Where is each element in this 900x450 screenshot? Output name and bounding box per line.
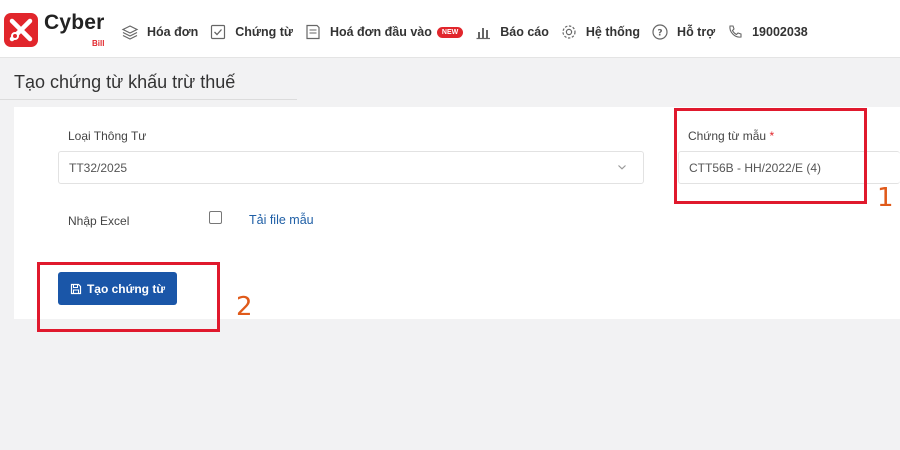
nav-item-reports[interactable]: Báo cáo (474, 23, 549, 41)
nav-item-vouchers[interactable]: Chứng từ (209, 23, 293, 41)
layers-icon (121, 23, 139, 41)
nav-item-invoices[interactable]: Hóa đơn (121, 23, 198, 41)
import-excel-label: Nhập Excel (68, 214, 130, 228)
cyberbill-logo[interactable]: Cyber Bill (4, 11, 114, 51)
nav-item-system[interactable]: Hệ thống (560, 23, 640, 41)
title-divider (0, 99, 297, 100)
annotation-step-1: 1 (877, 183, 894, 213)
nav-item-hotline[interactable]: 19002038 (726, 23, 808, 41)
circular-type-value: TT32/2025 (69, 160, 128, 175)
main-nav: Hóa đơn Chứng từ Hoá đơn đầu vào NEW Báo… (121, 22, 819, 42)
highlight-box-create-button (37, 262, 220, 332)
inbox-icon (304, 23, 322, 41)
nav-item-input-invoices[interactable]: Hoá đơn đầu vào NEW (304, 23, 464, 41)
chevron-down-icon (618, 165, 626, 170)
circular-type-label: Loại Thông Tư (68, 129, 147, 143)
logo-sub-wordmark: Bill (92, 39, 105, 48)
nav-item-label: Hệ thống (585, 25, 641, 39)
phone-icon (726, 23, 744, 41)
nav-item-label: Báo cáo (500, 25, 549, 39)
highlight-box-template (674, 108, 867, 204)
nav-item-label: Hoá đơn đầu vào (329, 25, 432, 39)
logo-mark-icon (4, 13, 38, 47)
svg-text:?: ? (657, 29, 662, 39)
help-icon: ? (651, 23, 669, 41)
logo-wordmark: Cyber (44, 11, 105, 34)
new-badge: NEW (436, 26, 464, 38)
top-navbar: Cyber Bill Hóa đơn Chứng từ Hoá đơn đầu … (0, 0, 900, 58)
import-excel-checkbox[interactable] (209, 211, 222, 224)
nav-item-label: Hóa đơn (147, 25, 199, 39)
checklist-icon (209, 23, 227, 41)
gear-icon (560, 23, 578, 41)
download-template-link[interactable]: Tải file mẫu (249, 213, 314, 227)
nav-item-support[interactable]: ? Hỗ trợ (651, 23, 715, 41)
nav-item-label: Chứng từ (235, 25, 293, 39)
bar-chart-icon (474, 23, 492, 41)
annotation-step-2: 2 (236, 292, 253, 322)
circular-type-select[interactable]: TT32/2025 (58, 151, 644, 184)
page-title: Tạo chứng từ khấu trừ thuế (14, 72, 236, 92)
nav-item-label: Hỗ trợ (677, 25, 716, 39)
hotline-number: 19002038 (752, 25, 808, 39)
